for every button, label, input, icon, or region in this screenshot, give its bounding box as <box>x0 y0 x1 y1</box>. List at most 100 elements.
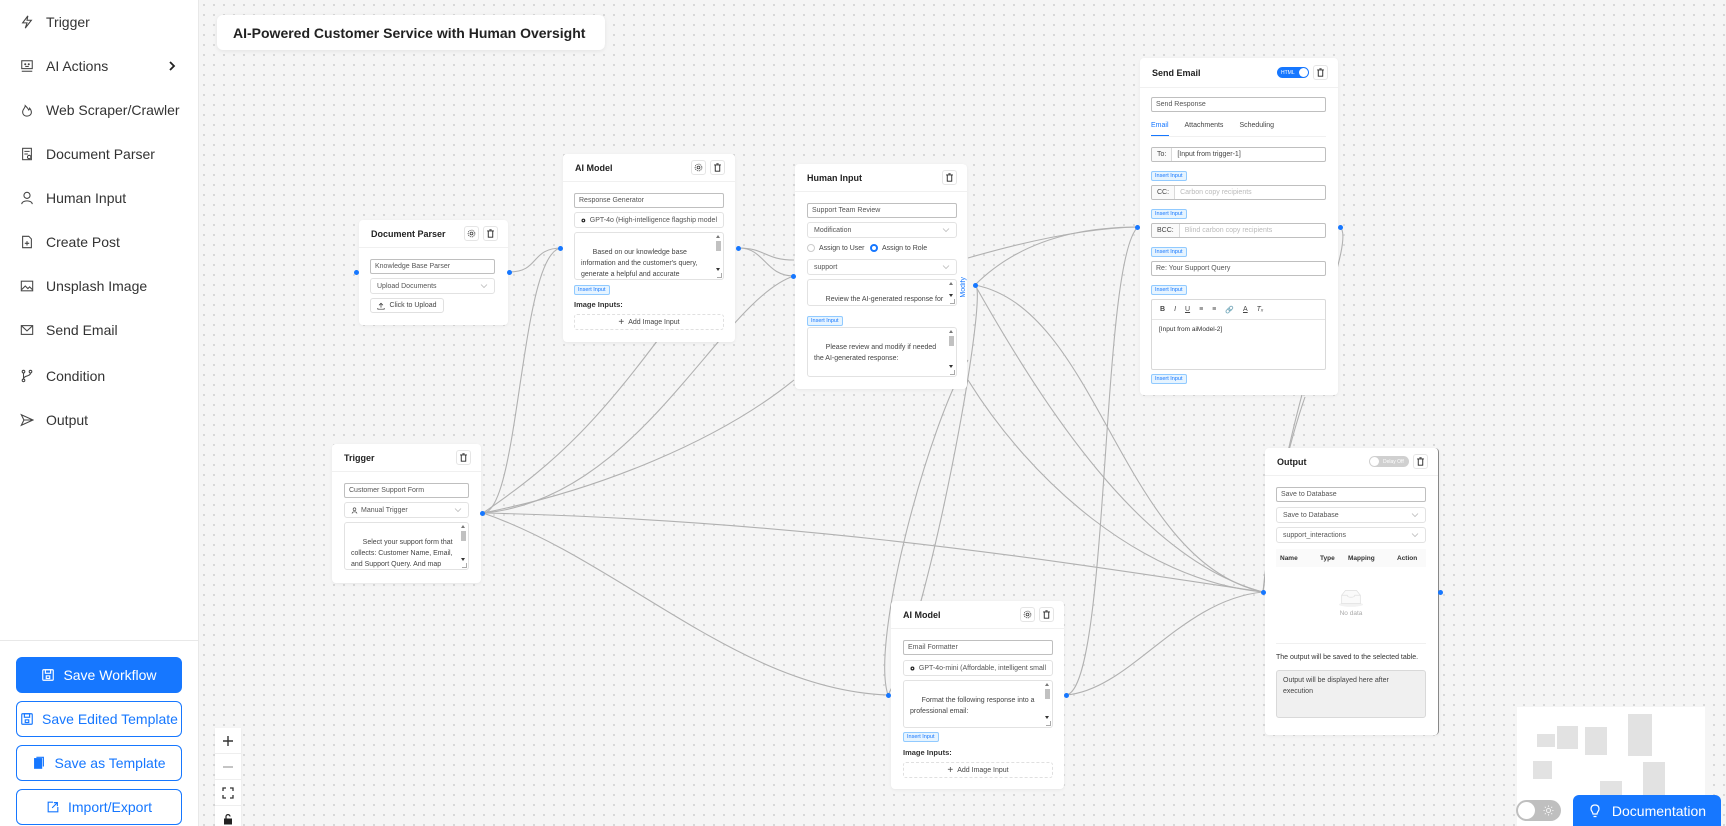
message-textarea[interactable]: Please review and modify if needed the A… <box>807 327 957 377</box>
scrollbar[interactable] <box>460 525 466 561</box>
delay-toggle[interactable]: Delay Off <box>1369 456 1409 467</box>
node-name-input[interactable]: Save to Database <box>1276 487 1426 502</box>
save-workflow-button[interactable]: Save Workflow <box>16 657 182 693</box>
modify-output-handle[interactable] <box>973 283 978 288</box>
output-handle[interactable] <box>1338 225 1343 230</box>
node-name-input[interactable]: Support Team Review <box>807 203 957 218</box>
sidebar-item-trigger[interactable]: Trigger <box>0 4 198 40</box>
source-select[interactable]: Upload Documents <box>370 278 495 294</box>
role-select[interactable]: support <box>807 259 957 275</box>
input-handle[interactable] <box>886 693 891 698</box>
insert-input-button[interactable]: Insert Input <box>1151 247 1187 257</box>
radio-assign-role[interactable]: Assign to Role <box>870 244 927 252</box>
insert-input-button[interactable]: Insert Input <box>807 316 843 326</box>
cc-field[interactable]: CC: Carbon copy recipients <box>1151 185 1326 200</box>
trigger-description-textarea[interactable]: Select your support form that collects: … <box>344 522 469 570</box>
save-edited-template-button[interactable]: Save Edited Template <box>16 701 182 737</box>
clear-format-button[interactable]: Tₓ <box>1257 306 1264 313</box>
prompt-textarea[interactable]: Format the following response into a pro… <box>903 680 1053 728</box>
resize-grip[interactable] <box>950 299 955 304</box>
output-result-area[interactable]: Output will be displayed here after exec… <box>1276 670 1426 718</box>
resize-grip[interactable] <box>462 563 467 568</box>
scrollbar[interactable] <box>715 235 721 271</box>
html-toggle[interactable]: HTML <box>1277 67 1309 78</box>
resize-grip[interactable] <box>717 273 722 278</box>
input-handle[interactable] <box>791 274 796 279</box>
input-handle[interactable] <box>1135 225 1140 230</box>
lock-button[interactable] <box>215 806 241 826</box>
zoom-in-button[interactable] <box>215 728 241 754</box>
tab-email[interactable]: Email <box>1151 120 1169 136</box>
bold-button[interactable]: B <box>1160 306 1165 313</box>
delete-button[interactable] <box>1039 607 1054 622</box>
ordered-list-button[interactable]: ≡ <box>1199 306 1203 313</box>
sidebar-item-create-post[interactable]: Create Post <box>0 224 198 260</box>
node-name-input[interactable]: Send Response <box>1151 97 1326 112</box>
delete-button[interactable] <box>710 160 725 175</box>
node-name-input[interactable]: Knowledge Base Parser <box>370 259 495 274</box>
link-icon[interactable]: 🔗 <box>1225 306 1234 314</box>
save-as-template-button[interactable]: Save as Template <box>16 745 182 781</box>
delete-button[interactable] <box>456 450 471 465</box>
insert-input-button[interactable]: Insert Input <box>1151 209 1187 219</box>
node-document-parser[interactable]: Document Parser Knowledge Base Parser Up… <box>359 220 508 325</box>
node-send-email[interactable]: Send Email HTML Send Response Email Atta… <box>1140 58 1338 395</box>
tab-attachments[interactable]: Attachments <box>1185 120 1224 136</box>
import-export-button[interactable]: Import/Export <box>16 789 182 825</box>
insert-input-button[interactable]: Insert Input <box>903 732 939 742</box>
settings-button[interactable] <box>691 160 706 175</box>
delete-button[interactable] <box>483 226 498 241</box>
node-name-input[interactable]: Email Formatter <box>903 640 1053 655</box>
scrollbar[interactable] <box>948 330 954 368</box>
instructions-textarea[interactable]: Review the AI-generated response for acc… <box>807 279 957 306</box>
insert-input-button[interactable]: Insert Input <box>1151 171 1187 181</box>
fit-view-button[interactable] <box>215 780 241 806</box>
resize-grip[interactable] <box>1046 721 1051 726</box>
sidebar-item-ai-actions[interactable]: AI Actions <box>0 48 198 84</box>
input-handle[interactable] <box>354 270 359 275</box>
email-body-editor[interactable]: B I U ≡ ≡ 🔗 A Tₓ [Input from aiModel-2] <box>1151 299 1326 370</box>
insert-input-button[interactable]: Insert Input <box>1151 285 1187 295</box>
node-human-input[interactable]: Human Input Support Team Review Modifica… <box>795 164 967 389</box>
upload-button[interactable]: Click to Upload <box>370 298 444 313</box>
node-trigger[interactable]: Trigger Customer Support Form Manual Tri… <box>332 444 481 583</box>
input-handle[interactable] <box>558 246 563 251</box>
delete-button[interactable] <box>1413 454 1428 469</box>
add-image-input-button[interactable]: + Add Image Input <box>903 762 1053 778</box>
zoom-out-button[interactable] <box>215 754 241 780</box>
subject-input[interactable]: Re: Your Support Query <box>1151 261 1326 276</box>
insert-input-button[interactable]: Insert Input <box>574 285 610 295</box>
scrollbar[interactable] <box>948 282 954 297</box>
sidebar-item-web-scraper[interactable]: Web Scraper/Crawler <box>0 92 198 128</box>
node-name-input[interactable]: Customer Support Form <box>344 483 469 498</box>
table-select[interactable]: support_interactions <box>1276 527 1426 543</box>
documentation-button[interactable]: Documentation <box>1573 795 1721 826</box>
delete-button[interactable] <box>942 170 957 185</box>
to-field[interactable]: To: [Input from trigger-1] <box>1151 147 1326 162</box>
theme-toggle[interactable] <box>1516 800 1561 821</box>
output-handle[interactable] <box>1064 693 1069 698</box>
underline-button[interactable]: U <box>1185 306 1190 313</box>
review-type-select[interactable]: Modification <box>807 222 957 238</box>
model-select[interactable]: GPT-4o (High-intelligence flagship model <box>574 212 724 228</box>
text-color-button[interactable]: A <box>1243 306 1248 313</box>
trigger-type-select[interactable]: Manual Trigger <box>344 502 469 518</box>
sidebar-item-condition[interactable]: Condition <box>0 358 198 394</box>
bullet-list-button[interactable]: ≡ <box>1212 306 1216 313</box>
output-handle[interactable] <box>480 511 485 516</box>
insert-input-button[interactable]: Insert Input <box>1151 374 1187 384</box>
destination-select[interactable]: Save to Database <box>1276 507 1426 523</box>
output-handle[interactable] <box>736 246 741 251</box>
sidebar-item-document-parser[interactable]: Document Parser <box>0 136 198 172</box>
node-ai-model-email-formatter[interactable]: AI Model Email Formatter GPT-4o-mini (Af… <box>891 601 1064 789</box>
node-output[interactable]: Output Delay Off Save to Database Save t… <box>1265 448 1439 735</box>
scrollbar[interactable] <box>1044 683 1050 719</box>
delete-button[interactable] <box>1313 65 1328 80</box>
italic-button[interactable]: I <box>1174 306 1176 313</box>
tab-scheduling[interactable]: Scheduling <box>1239 120 1274 136</box>
node-ai-model-response-generator[interactable]: AI Model Response Generator GPT-4o (High… <box>563 154 735 342</box>
input-handle[interactable] <box>1261 590 1266 595</box>
resize-grip[interactable] <box>950 370 955 375</box>
model-select[interactable]: GPT-4o-mini (Affordable, intelligent sma… <box>903 660 1053 676</box>
settings-button[interactable] <box>464 226 479 241</box>
